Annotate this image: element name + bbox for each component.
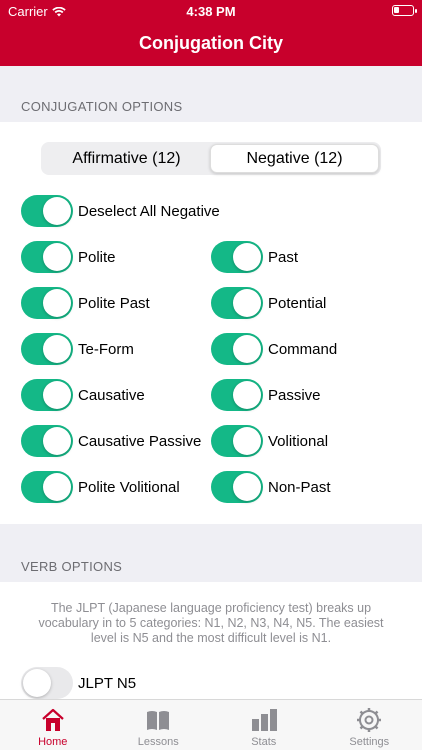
option-row-polite-past: Polite Past	[21, 286, 150, 320]
option-row-polite-volitional: Polite Volitional	[21, 470, 180, 504]
jlpt-n5-toggle[interactable]	[21, 667, 73, 699]
page-title: Conjugation City	[139, 33, 283, 53]
tab-bar: Home Lessons Stats Settings	[0, 699, 422, 750]
tab-stats[interactable]: Stats	[211, 700, 317, 750]
causative-passive-label: Causative Passive	[78, 432, 202, 450]
jlpt-description: The JLPT (Japanese language proficiency …	[38, 601, 384, 645]
tab-home-label: Home	[38, 736, 68, 748]
past-toggle[interactable]	[211, 241, 263, 273]
polite-volitional-toggle[interactable]	[21, 471, 73, 503]
option-row-past: Past	[211, 240, 298, 274]
volitional-toggle[interactable]	[211, 425, 263, 457]
option-row-volitional: Volitional	[211, 424, 328, 458]
nav-header: Carrier 4:38 PM Conjugation City	[0, 0, 422, 66]
option-row-te-form: Te-Form	[21, 332, 134, 366]
potential-toggle[interactable]	[211, 287, 263, 319]
option-row-polite: Polite	[21, 240, 116, 274]
tab-settings[interactable]: Settings	[317, 700, 422, 750]
tab-home[interactable]: Home	[0, 700, 106, 750]
polite-label: Polite	[78, 248, 116, 266]
option-row-passive: Passive	[211, 378, 321, 412]
volitional-label: Volitional	[268, 432, 329, 450]
tab-settings-label: Settings	[349, 736, 390, 748]
polite-past-label: Polite Past	[78, 294, 150, 312]
te-form-label: Te-Form	[78, 340, 134, 358]
gear-icon	[357, 708, 382, 732]
option-row-potential: Potential	[211, 286, 326, 320]
te-form-toggle[interactable]	[21, 333, 73, 365]
deselect-all-row: Deselect All Negative	[21, 194, 220, 228]
tab-lessons-label: Lessons	[137, 736, 179, 748]
polite-past-toggle[interactable]	[21, 287, 73, 319]
option-row-non-past: Non-Past	[211, 470, 331, 504]
passive-toggle[interactable]	[211, 379, 263, 411]
polite-toggle[interactable]	[21, 241, 73, 273]
non-past-label: Non-Past	[268, 478, 331, 496]
causative-passive-toggle[interactable]	[21, 425, 73, 457]
non-past-toggle[interactable]	[211, 471, 263, 503]
conjugation-options-header: CONJUGATION OPTIONS	[21, 99, 183, 114]
deselect-all-toggle[interactable]	[21, 195, 73, 227]
battery-icon	[392, 5, 417, 16]
deselect-all-label: Deselect All Negative	[78, 202, 220, 220]
causative-label: Causative	[78, 386, 145, 404]
command-label: Command	[268, 340, 338, 358]
option-row-causative: Causative	[21, 378, 145, 412]
affirmative-negative-segmented-control: Affirmative (12) Negative (12)	[41, 142, 381, 175]
segment-affirmative[interactable]: Affirmative (12)	[43, 144, 210, 173]
clock: 4:38 PM	[186, 4, 236, 19]
causative-toggle[interactable]	[21, 379, 73, 411]
jlpt-n5-row: JLPT N5	[21, 666, 136, 700]
bar-chart-icon	[251, 709, 277, 731]
option-row-command: Command	[211, 332, 337, 366]
passive-label: Passive	[268, 386, 321, 404]
segment-negative[interactable]: Negative (12)	[210, 144, 379, 173]
potential-label: Potential	[268, 294, 327, 312]
book-icon	[147, 711, 170, 730]
option-row-causative-passive: Causative Passive	[21, 424, 201, 458]
past-label: Past	[268, 248, 299, 266]
command-toggle[interactable]	[211, 333, 263, 365]
status-bar: Carrier 4:38 PM	[0, 0, 422, 22]
verb-options-header: VERB OPTIONS	[21, 559, 123, 574]
tab-lessons[interactable]: Lessons	[106, 700, 212, 750]
polite-volitional-label: Polite Volitional	[78, 478, 180, 496]
tab-stats-label: Stats	[251, 736, 277, 748]
jlpt-n5-label: JLPT N5	[78, 674, 137, 692]
house-icon	[42, 708, 64, 731]
conjugation-options-card	[0, 122, 422, 524]
